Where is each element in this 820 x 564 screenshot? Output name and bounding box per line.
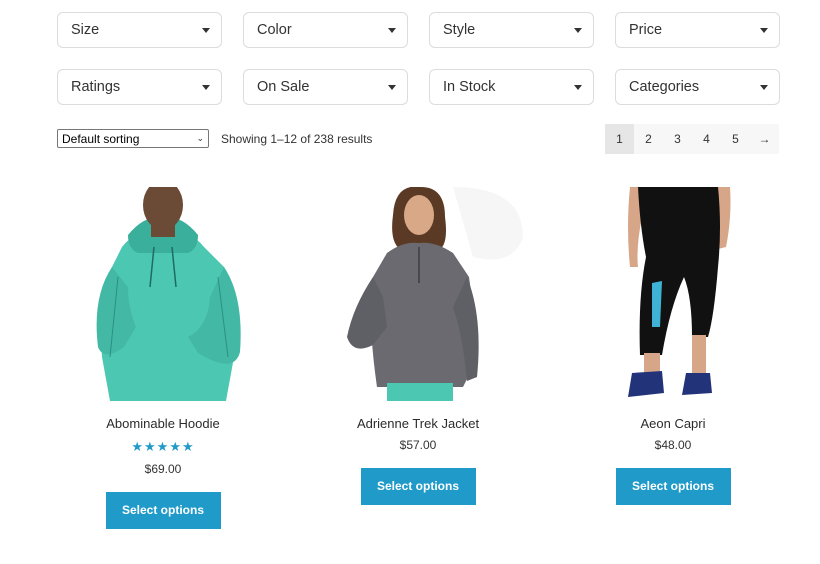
product-image-hoodie[interactable] xyxy=(48,187,278,401)
select-options-button[interactable]: Select options xyxy=(360,468,476,505)
product-card: Abominable Hoodie ★★★★★ $69.00 Select op… xyxy=(48,187,278,529)
filter-in-stock[interactable]: In Stock xyxy=(429,69,594,105)
caret-down-icon xyxy=(388,27,396,33)
filter-label: Ratings xyxy=(71,79,121,95)
product-price: $57.00 xyxy=(399,438,437,452)
product-price: $69.00 xyxy=(144,462,182,476)
caret-down-icon xyxy=(202,27,210,33)
sort-select[interactable]: Default sorting ⌄ xyxy=(57,129,209,148)
page-4-link[interactable]: 4 xyxy=(692,124,721,154)
caret-down-icon xyxy=(574,84,582,90)
sort-selected-value: Default sorting xyxy=(62,131,140,146)
shop-toolbar: Default sorting ⌄ Showing 1–12 of 238 re… xyxy=(57,124,779,154)
caret-down-icon xyxy=(388,84,396,90)
product-price: $48.00 xyxy=(654,438,692,452)
page-5-link[interactable]: 5 xyxy=(721,124,750,154)
filter-on-sale[interactable]: On Sale xyxy=(243,69,408,105)
product-title[interactable]: Aeon Capri xyxy=(558,416,788,431)
filter-label: Size xyxy=(71,22,100,38)
select-options-button[interactable]: Select options xyxy=(615,468,731,505)
page-2-link[interactable]: 2 xyxy=(634,124,663,154)
filter-bar: Size Color Style Price Ratings On Sale I… xyxy=(57,12,780,105)
filter-size[interactable]: Size xyxy=(57,12,222,48)
filter-label: Price xyxy=(629,22,663,38)
filter-price[interactable]: Price xyxy=(615,12,780,48)
product-card: Aeon Capri $48.00 Select options xyxy=(558,187,788,505)
product-title[interactable]: Adrienne Trek Jacket xyxy=(303,416,533,431)
pagination: 1 2 3 4 5 → xyxy=(605,124,779,154)
product-title[interactable]: Abominable Hoodie xyxy=(48,416,278,431)
filter-label: Categories xyxy=(629,79,700,95)
filter-label: On Sale xyxy=(257,79,310,95)
caret-down-icon xyxy=(574,27,582,33)
filter-ratings[interactable]: Ratings xyxy=(57,69,222,105)
caret-down-icon xyxy=(760,27,768,33)
product-card: Adrienne Trek Jacket $57.00 Select optio… xyxy=(303,187,533,505)
filter-label: Style xyxy=(443,22,476,38)
page-3-link[interactable]: 3 xyxy=(663,124,692,154)
star-rating: ★★★★★ xyxy=(131,439,195,454)
page-1-current: 1 xyxy=(605,124,634,154)
result-count: Showing 1–12 of 238 results xyxy=(221,132,373,146)
next-page-arrow-icon[interactable]: → xyxy=(750,124,779,154)
filter-categories[interactable]: Categories xyxy=(615,69,780,105)
filter-color[interactable]: Color xyxy=(243,12,408,48)
product-image-jacket[interactable] xyxy=(303,187,533,401)
filter-style[interactable]: Style xyxy=(429,12,594,48)
select-options-button[interactable]: Select options xyxy=(105,492,221,529)
caret-down-icon xyxy=(760,84,768,90)
product-image-capri[interactable] xyxy=(558,187,788,401)
filter-label: In Stock xyxy=(443,79,496,95)
filter-label: Color xyxy=(257,22,292,38)
caret-down-icon xyxy=(202,84,210,90)
chevron-down-icon: ⌄ xyxy=(196,133,204,143)
